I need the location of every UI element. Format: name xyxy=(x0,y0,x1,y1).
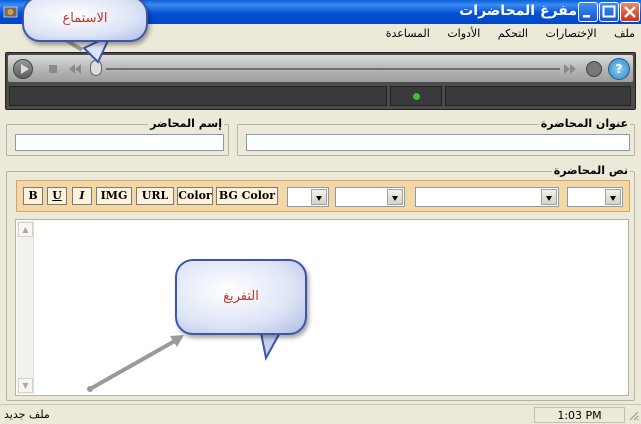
menu-file[interactable]: ملف xyxy=(614,24,635,40)
realplayer-logo-icon: ? xyxy=(608,58,630,80)
lecturer-name-input[interactable] xyxy=(15,134,224,151)
listening-callout: الاستماع xyxy=(22,0,148,42)
menu-help[interactable]: المساعدة xyxy=(386,24,430,40)
status-bar: ملف جديد 1:03 PM xyxy=(0,404,641,424)
editor-scrollbar[interactable]: ▲ ▼ xyxy=(17,221,34,394)
format-toolbar: B U I IMG URL Color BG Color xyxy=(16,180,630,212)
close-button[interactable] xyxy=(620,2,640,22)
dropdown-arrow-icon[interactable] xyxy=(387,189,403,205)
menu-control[interactable]: التحكم xyxy=(498,24,528,40)
status-message: ملف جديد xyxy=(2,407,532,423)
bold-button[interactable]: B xyxy=(23,187,43,205)
text-color-button[interactable]: Color xyxy=(177,187,213,205)
play-button[interactable] xyxy=(13,59,33,79)
transcription-callout: التفريغ xyxy=(175,259,307,335)
dropdown-arrow-icon[interactable] xyxy=(541,189,557,205)
scroll-down-icon[interactable]: ▼ xyxy=(18,378,33,393)
lecturer-name-group: إسم المحاضر xyxy=(6,117,229,156)
status-time: 1:03 PM xyxy=(534,407,625,423)
player-indicator-pane xyxy=(390,86,442,106)
minimize-button[interactable] xyxy=(578,2,598,22)
italic-button[interactable]: I xyxy=(72,187,92,205)
format-select-1[interactable] xyxy=(287,187,329,207)
app-icon[interactable] xyxy=(3,4,18,19)
format-select-4[interactable] xyxy=(567,187,623,207)
window-title: مفرغ المحاضرات xyxy=(459,3,577,19)
menu-shortcuts[interactable]: الإختصارات xyxy=(546,24,597,40)
lecture-title-group: عنوان المحاضرة xyxy=(237,117,635,156)
dropdown-arrow-icon[interactable] xyxy=(605,189,621,205)
lecture-title-input[interactable] xyxy=(246,134,630,151)
background-color-button[interactable]: BG Color xyxy=(216,187,278,205)
menu-tools[interactable]: الأدوات xyxy=(447,24,480,40)
underline-button[interactable]: U xyxy=(47,187,67,205)
format-select-3[interactable] xyxy=(415,187,559,207)
lecturer-name-label: إسم المحاضر xyxy=(148,117,224,130)
resize-grip-icon[interactable] xyxy=(627,409,639,421)
insert-image-button[interactable]: IMG xyxy=(96,187,132,205)
player-info-pane xyxy=(445,86,631,106)
lecture-title-label: عنوان المحاضرة xyxy=(538,117,630,130)
fast-forward-icon[interactable] xyxy=(563,63,577,75)
status-text: ملف جديد xyxy=(4,408,50,421)
main-window: مفرغ المحاضرات ملف الإختصارات التحكم الأ… xyxy=(0,0,641,424)
seek-track[interactable] xyxy=(106,68,560,70)
lecture-text-label: نص المحاضرة xyxy=(551,164,630,177)
volume-icon[interactable] xyxy=(586,61,602,77)
scroll-up-icon[interactable]: ▲ xyxy=(18,222,33,237)
maximize-button[interactable] xyxy=(599,2,619,22)
dropdown-arrow-icon[interactable] xyxy=(311,189,327,205)
stop-icon[interactable] xyxy=(48,64,58,74)
status-led-icon xyxy=(413,93,420,100)
player-status-pane xyxy=(9,86,387,106)
insert-url-button[interactable]: URL xyxy=(136,187,174,205)
format-select-2[interactable] xyxy=(335,187,405,207)
